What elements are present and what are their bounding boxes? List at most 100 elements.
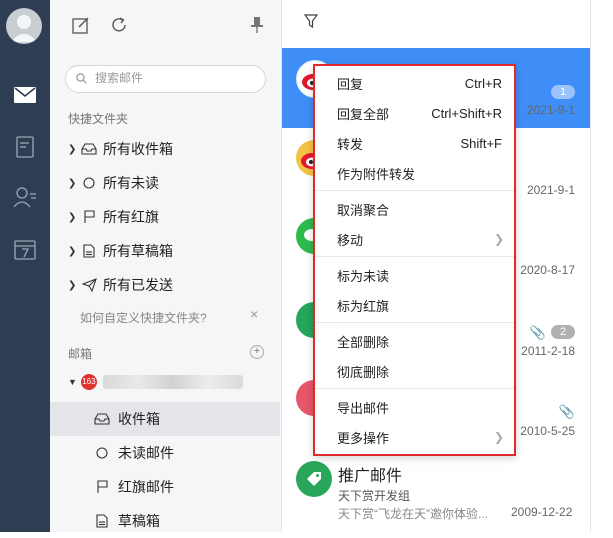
nav-rail — [0, 0, 50, 532]
menu-item-more-actions[interactable]: 更多操作 ❯ — [315, 422, 514, 452]
circle-icon — [94, 445, 110, 461]
menu-item-forward[interactable]: 转发 Shift+F — [315, 128, 514, 158]
menu-item-mark-flagged[interactable]: 标为红旗 — [315, 290, 514, 320]
account-row[interactable]: ▼ 163 — [68, 374, 243, 390]
calendar-nav-button[interactable] — [10, 234, 40, 264]
folder-label: 未读邮件 — [118, 445, 174, 461]
menu-item-label: 导出邮件 — [337, 400, 390, 416]
search-box[interactable] — [65, 65, 266, 93]
add-mailbox-button[interactable]: + — [250, 345, 264, 359]
context-menu: 回复 Ctrl+R 回复全部 Ctrl+Shift+R 转发 Shift+F 作… — [313, 64, 516, 456]
filter-icon — [303, 14, 319, 29]
draft-icon — [94, 513, 110, 529]
menu-item-delete-permanently[interactable]: 彻底删除 — [315, 356, 514, 386]
notes-nav-button[interactable] — [10, 132, 40, 162]
menu-item-label: 移动 — [337, 232, 364, 248]
message-date: 2020-8-17 — [520, 263, 575, 277]
favorite-label: 所有未读 — [103, 175, 159, 191]
message-preview: 天下赏“飞龙在天”邀你体验... — [338, 507, 488, 521]
mail-nav-button[interactable] — [10, 80, 40, 110]
account-name-blurred — [102, 375, 243, 389]
menu-item-export[interactable]: 导出邮件 — [315, 392, 514, 422]
message-date: 2009-12-22 — [511, 505, 573, 519]
pin-icon — [251, 17, 263, 33]
draft-icon — [80, 243, 98, 259]
menu-item-label: 全部删除 — [337, 334, 390, 350]
custom-favorites-hint-link[interactable]: 如何自定义快捷文件夹? — [80, 309, 207, 326]
compose-icon — [72, 17, 89, 34]
folder-flagged[interactable]: 红旗邮件 — [50, 470, 280, 504]
message-count-badge: 2 — [551, 325, 575, 339]
compose-button[interactable] — [70, 14, 92, 36]
menu-item-label: 标为红旗 — [337, 298, 390, 314]
favorites-label: 快捷文件夹 — [68, 112, 129, 126]
user-icon — [11, 15, 37, 42]
chevron-right-icon: ❯ — [493, 430, 504, 444]
reading-pane-edge — [590, 0, 613, 532]
message-date: 2011-2-18 — [521, 344, 575, 358]
menu-item-move[interactable]: 移动 ❯ — [315, 224, 514, 254]
pin-button[interactable] — [246, 14, 268, 36]
calendar-icon — [14, 240, 36, 260]
menu-item-ungroup[interactable]: 取消聚合 — [315, 194, 514, 224]
message-avatar — [296, 461, 332, 497]
menu-separator — [315, 322, 514, 323]
menu-item-reply-all[interactable]: 回复全部 Ctrl+Shift+R — [315, 98, 514, 128]
search-input[interactable] — [93, 70, 257, 86]
menu-item-label: 取消聚合 — [337, 202, 390, 218]
filter-button[interactable] — [303, 14, 319, 33]
chevron-right-icon[interactable]: ❯ — [68, 246, 78, 257]
menu-item-label: 转发 — [337, 136, 364, 152]
chevron-right-icon: ❯ — [493, 232, 504, 246]
contacts-nav-button[interactable] — [10, 182, 40, 212]
favorite-all-sent[interactable]: ❯ 所有已发送 — [68, 273, 173, 297]
favorite-all-flagged[interactable]: ❯ 所有红旗 — [68, 205, 159, 229]
user-avatar[interactable] — [6, 8, 42, 44]
menu-item-label: 作为附件转发 — [337, 166, 416, 182]
mail-icon — [14, 87, 36, 103]
folder-inbox[interactable]: 收件箱 — [50, 402, 280, 436]
menu-separator — [315, 190, 514, 191]
chevron-right-icon[interactable]: ❯ — [68, 212, 78, 223]
search-icon — [76, 73, 87, 84]
message-date: 2021-9-1 — [526, 103, 575, 117]
favorite-all-drafts[interactable]: ❯ 所有草稿箱 — [68, 239, 173, 263]
menu-item-label: 回复 — [337, 76, 364, 92]
chevron-right-icon[interactable]: ❯ — [68, 178, 78, 189]
chevron-right-icon[interactable]: ❯ — [68, 144, 78, 155]
sent-icon — [80, 277, 98, 293]
refresh-button[interactable] — [108, 14, 130, 36]
menu-item-label: 回复全部 — [337, 106, 390, 122]
close-icon[interactable]: × — [250, 306, 258, 322]
flag-icon — [80, 209, 98, 225]
flag-icon — [94, 479, 110, 495]
favorite-all-unread[interactable]: ❯ 所有未读 — [68, 171, 159, 195]
attachment-icon: 📎 — [529, 325, 546, 340]
inbox-icon — [80, 141, 98, 157]
message-subject: 推广邮件 — [338, 468, 403, 485]
folder-label: 收件箱 — [118, 411, 160, 427]
menu-item-mark-unread[interactable]: 标为未读 — [315, 260, 514, 290]
notes-icon — [16, 136, 34, 158]
mailbox-label: 邮箱 — [68, 347, 93, 361]
menu-item-label: 标为未读 — [337, 268, 390, 284]
message-sender: 天下赏开发组 — [338, 489, 411, 503]
contacts-icon — [13, 187, 36, 208]
account-badge: 163 — [80, 374, 97, 390]
menu-item-reply[interactable]: 回复 Ctrl+R — [315, 68, 514, 98]
favorite-all-inbox[interactable]: ❯ 所有收件箱 — [68, 137, 173, 161]
message-date: 2021-9-1 — [526, 183, 575, 197]
folder-drafts[interactable]: 草稿箱 — [50, 504, 280, 538]
menu-separator — [315, 388, 514, 389]
chevron-right-icon[interactable]: ❯ — [68, 280, 78, 291]
menu-item-forward-as-attachment[interactable]: 作为附件转发 — [315, 158, 514, 188]
menu-item-label: 更多操作 — [337, 430, 390, 446]
folder-unread[interactable]: 未读邮件 — [50, 436, 280, 470]
menu-item-delete-all[interactable]: 全部删除 — [315, 326, 514, 356]
refresh-icon — [112, 17, 126, 32]
favorite-label: 所有草稿箱 — [103, 243, 173, 259]
message-date: 2010-5-25 — [520, 424, 575, 438]
favorite-label: 所有已发送 — [103, 277, 173, 293]
menu-item-shortcut: Ctrl+R — [464, 75, 502, 91]
chevron-down-icon[interactable]: ▼ — [68, 377, 77, 387]
